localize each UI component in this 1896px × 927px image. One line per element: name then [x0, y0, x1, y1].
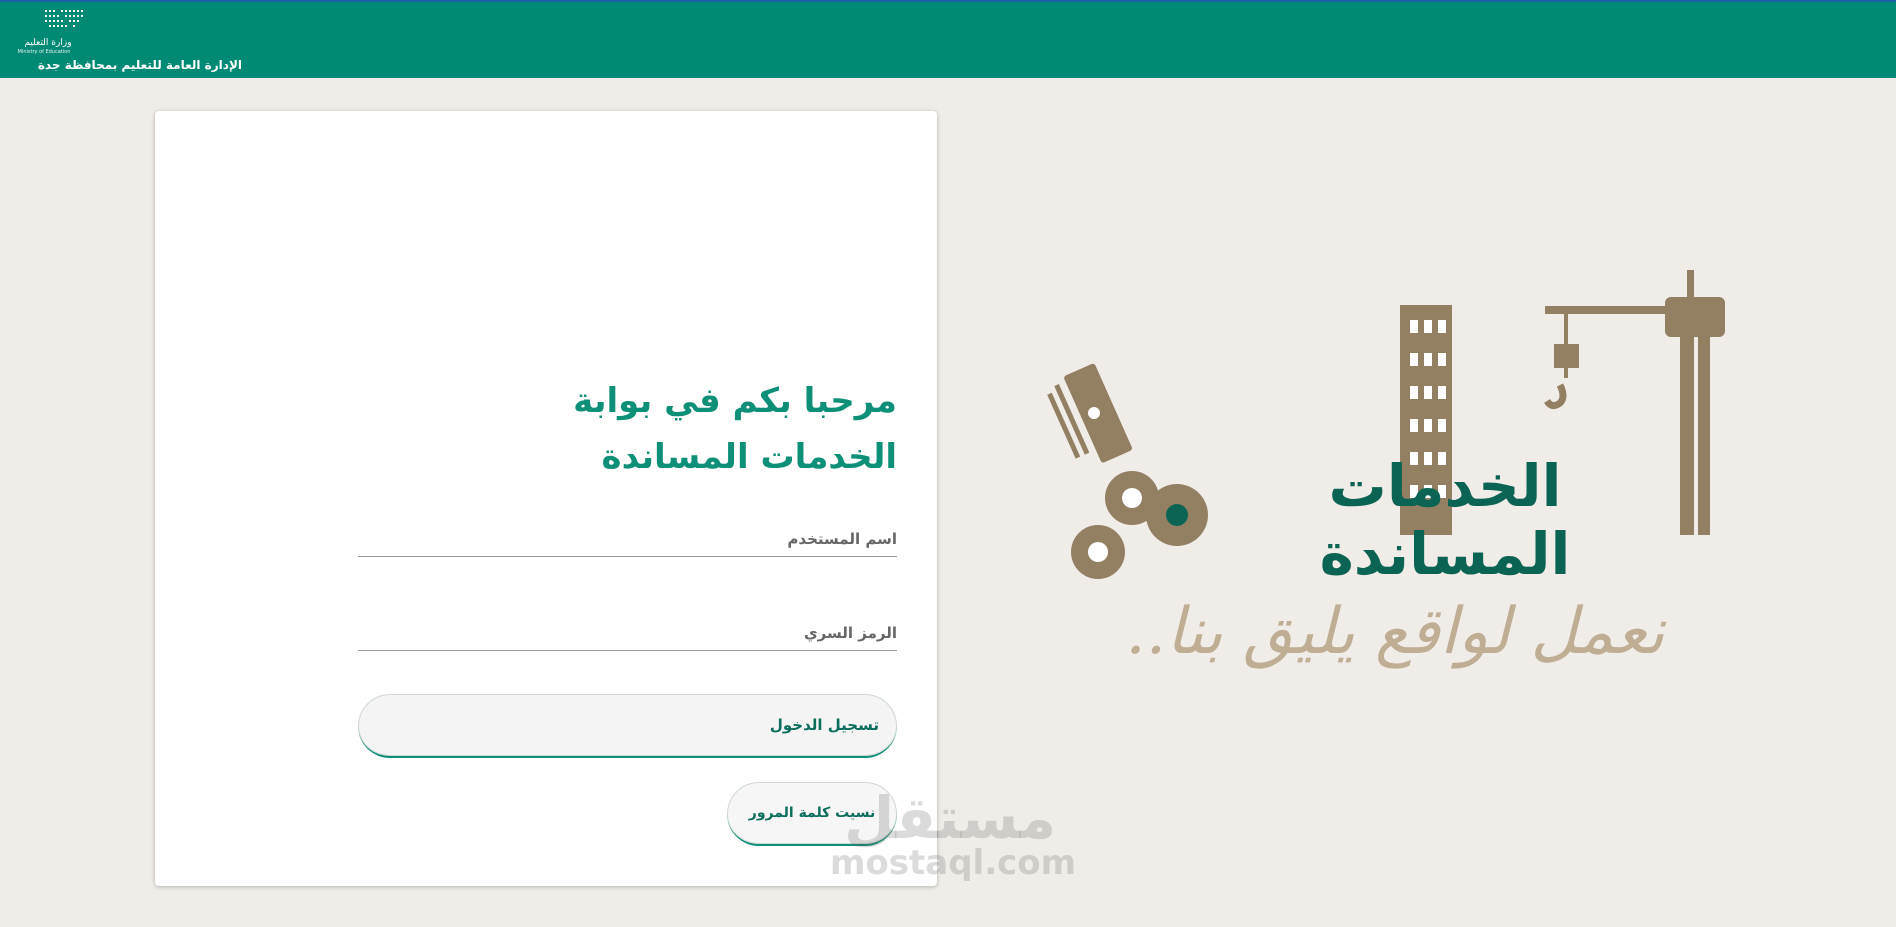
ministry-name-arabic: وزارة التعليم: [24, 38, 72, 48]
password-input[interactable]: [358, 616, 901, 652]
welcome-heading: مرحبا بكم في بوابة الخدمات المساندة: [397, 373, 897, 485]
admin-title: الإدارة العامة للتعليم بمحافظة جدة: [37, 58, 242, 72]
username-input[interactable]: [358, 522, 901, 558]
password-field[interactable]: الرمز السري: [358, 616, 901, 652]
welcome-line-2: الخدمات المساندة: [601, 437, 897, 477]
watermark-url: mostaql.com: [830, 843, 1077, 883]
support-services-branding: الخدمات المساندة نعمل لواقع يليق بنا..: [970, 265, 1820, 725]
top-header-bar: وزارة التعليم Ministry of Education الإد…: [0, 0, 1896, 78]
brand-slogan: نعمل لواقع يليق بنا..: [1125, 595, 1665, 669]
ministry-name-english: Ministry of Education: [17, 49, 71, 55]
username-field[interactable]: اسم المستخدم: [358, 522, 901, 558]
login-button[interactable]: تسجيل الدخول: [358, 694, 897, 758]
welcome-line-1: مرحبا بكم في بوابة: [573, 381, 897, 421]
watermark-arabic: مستقل: [843, 784, 1057, 852]
login-card: مرحبا بكم في بوابة الخدمات المساندة اسم …: [155, 111, 937, 886]
brand-logo-title: الخدمات المساندة: [1319, 452, 1571, 588]
mostaql-watermark: مستقل mostaql.com: [830, 784, 1077, 883]
